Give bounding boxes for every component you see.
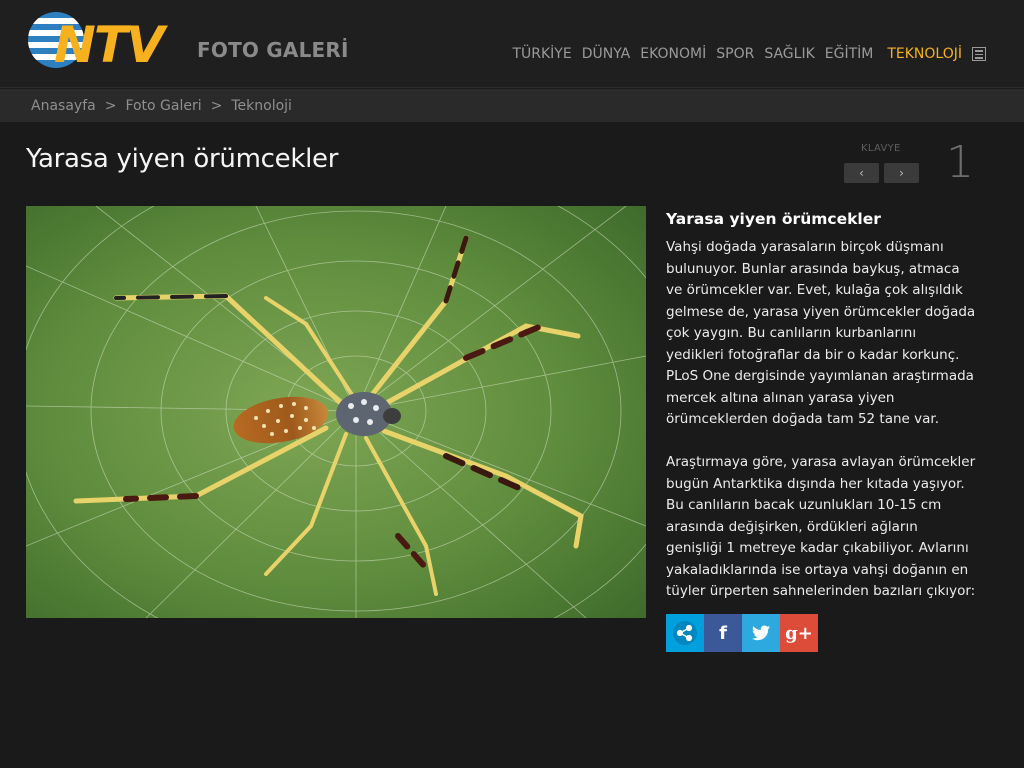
breadcrumb-home[interactable]: Anasayfa: [31, 98, 96, 114]
caption-body: Vahşi doğada yarasaların birçok düşmanı …: [666, 237, 978, 603]
main-nav: TÜRKİYE DÜNYA EKONOMİ SPOR SAĞLIK EĞİTİM…: [502, 46, 986, 62]
nav-item-saglik[interactable]: SAĞLIK: [764, 46, 814, 62]
share-icon: [673, 621, 697, 645]
share-bar: f g+: [666, 614, 818, 652]
facebook-icon: f: [719, 622, 727, 644]
next-button[interactable]: ›: [884, 163, 919, 183]
nav-item-egitim[interactable]: EĞİTİM: [825, 46, 874, 62]
menu-icon[interactable]: [972, 47, 986, 61]
prev-button[interactable]: ‹: [844, 163, 879, 183]
twitter-button[interactable]: [742, 614, 780, 652]
nav-item-turkiye[interactable]: TÜRKİYE: [512, 46, 571, 62]
caption-title: Yarasa yiyen örümcekler: [666, 210, 881, 228]
facebook-button[interactable]: f: [704, 614, 742, 652]
breadcrumb-separator: >: [104, 97, 117, 114]
site-header: NTV FOTO GALERİ TÜRKİYE DÜNYA EKONOMİ SP…: [0, 0, 1024, 88]
google-plus-button[interactable]: g+: [780, 614, 818, 652]
photo-number: 1: [946, 137, 974, 188]
keyboard-label: KLAVYE: [861, 143, 901, 154]
nav-item-spor[interactable]: SPOR: [716, 46, 754, 62]
section-title[interactable]: FOTO GALERİ: [197, 38, 349, 62]
nav-item-dunya[interactable]: DÜNYA: [582, 46, 631, 62]
twitter-icon: [752, 625, 770, 641]
caption-paragraph: Araştırmaya göre, yarasa avlayan örümcek…: [666, 454, 976, 599]
nav-item-teknoloji[interactable]: TEKNOLOJİ: [887, 46, 962, 62]
breadcrumb: Anasayfa > Foto Galeri > Teknoloji: [0, 89, 1024, 122]
breadcrumb-technology[interactable]: Teknoloji: [231, 98, 292, 114]
caption-paragraph: Vahşi doğada yarasaların birçok düşmanı …: [666, 239, 976, 427]
share-button[interactable]: [666, 614, 704, 652]
photo-caption: Yarasa yiyen örümcekler Vahşi doğada yar…: [666, 210, 978, 603]
breadcrumb-photo-gallery[interactable]: Foto Galeri: [125, 98, 201, 114]
ntv-logo[interactable]: NTV: [28, 12, 184, 68]
page-title: Yarasa yiyen örümcekler: [26, 144, 339, 174]
nav-item-ekonomi[interactable]: EKONOMİ: [640, 46, 706, 62]
gallery-photo[interactable]: [26, 206, 646, 618]
google-plus-icon: g+: [785, 622, 813, 644]
breadcrumb-separator: >: [210, 97, 223, 114]
logo-text: NTV: [54, 16, 168, 68]
